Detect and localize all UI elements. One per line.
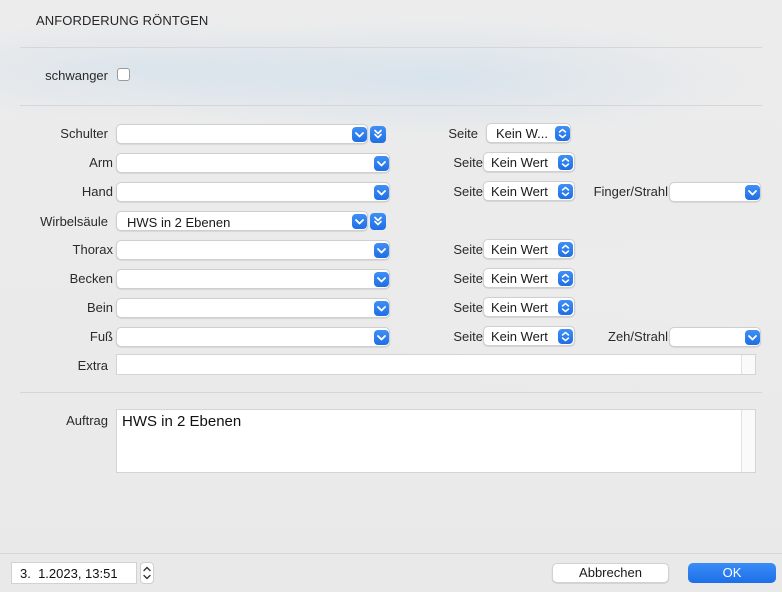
zeh-strahl-select[interactable] <box>669 327 761 347</box>
row-label-fuss: Fuß <box>89 329 113 344</box>
thorax-select[interactable] <box>116 240 390 260</box>
becken-select[interactable] <box>116 269 390 289</box>
dialog-title: ANFORDERUNG RÖNTGEN <box>36 13 209 28</box>
seite-label-becken: Seite <box>453 271 483 286</box>
up-down-chevron-icon <box>558 300 573 315</box>
cancel-button[interactable]: Abbrechen <box>552 563 669 583</box>
schulter-select[interactable] <box>116 124 368 144</box>
up-down-chevron-icon <box>558 184 573 199</box>
seite-select-bein[interactable]: Kein Wert <box>483 297 575 317</box>
divider-bottom <box>20 392 762 393</box>
wirbelsaeule-select[interactable]: HWS in 2 Ebenen <box>116 211 368 231</box>
seite-value-becken: Kein Wert <box>491 271 548 286</box>
chevron-down-icon <box>374 272 389 287</box>
fuss-select[interactable] <box>116 327 390 347</box>
row-label-arm: Arm <box>89 155 113 170</box>
chevron-down-icon <box>745 330 760 345</box>
seite-select-becken[interactable]: Kein Wert <box>483 268 575 288</box>
row-label-wirbelsaeule: Wirbelsäule <box>40 214 108 229</box>
up-down-chevron-icon <box>558 155 573 170</box>
chevron-down-icon <box>374 156 389 171</box>
datetime-stepper[interactable] <box>140 562 154 584</box>
seite-select-hand[interactable]: Kein Wert <box>483 181 575 201</box>
ok-button[interactable]: OK <box>688 563 776 583</box>
extra-label: Extra <box>77 358 108 373</box>
chevron-down-icon <box>374 301 389 316</box>
datetime-field[interactable]: 3. 1.2023, 13:51 <box>11 562 137 584</box>
seite-select-arm[interactable]: Kein Wert <box>483 152 575 172</box>
seite-label-fuss: Seite <box>453 329 483 344</box>
row-label-hand: Hand <box>81 184 113 199</box>
seite-value-arm: Kein Wert <box>491 155 548 170</box>
seite-label-hand: Seite <box>453 184 483 199</box>
divider-top <box>20 47 762 48</box>
up-down-chevron-icon <box>143 566 151 580</box>
seite-value-thorax: Kein Wert <box>491 242 548 257</box>
chevron-down-icon <box>745 185 760 200</box>
seite-label-schulter: Seite <box>448 126 478 141</box>
double-chevron-down-icon[interactable] <box>370 213 386 230</box>
bein-select[interactable] <box>116 298 390 318</box>
up-down-chevron-icon <box>558 242 573 257</box>
chevron-down-icon <box>352 214 367 229</box>
datetime-value: 3. 1.2023, 13:51 <box>20 566 118 581</box>
chevron-down-icon <box>374 243 389 258</box>
auftrag-textarea[interactable]: HWS in 2 Ebenen <box>116 409 756 473</box>
chevron-down-icon <box>374 185 389 200</box>
seite-value-hand: Kein Wert <box>491 184 548 199</box>
extra-input[interactable] <box>116 354 756 375</box>
chevron-down-icon <box>374 330 389 345</box>
seite-value-schulter: Kein W... <box>496 126 549 141</box>
finger-strahl-select[interactable] <box>669 182 761 202</box>
row-label-becken: Becken <box>69 271 113 286</box>
divider-middle <box>20 105 762 106</box>
extra-scrollbar[interactable] <box>741 355 755 374</box>
seite-select-schulter[interactable]: Kein W... <box>486 123 571 143</box>
up-down-chevron-icon <box>555 126 570 141</box>
footer-divider <box>0 553 782 554</box>
seite-value-bein: Kein Wert <box>491 300 548 315</box>
chevron-down-icon <box>352 127 367 142</box>
seite-label-thorax: Seite <box>453 242 483 257</box>
seite-value-fuss: Kein Wert <box>491 329 548 344</box>
seite-select-fuss[interactable]: Kein Wert <box>483 326 575 346</box>
arm-select[interactable] <box>116 153 390 173</box>
auftrag-label: Auftrag <box>66 413 108 428</box>
seite-label-bein: Seite <box>453 300 483 315</box>
pregnant-checkbox[interactable] <box>117 68 130 81</box>
zeh-strahl-label: Zeh/Strahl <box>608 329 668 344</box>
row-label-thorax: Thorax <box>72 242 113 257</box>
double-chevron-down-icon[interactable] <box>370 126 386 143</box>
seite-select-thorax[interactable]: Kein Wert <box>483 239 575 259</box>
seite-label-arm: Seite <box>453 155 483 170</box>
auftrag-value: HWS in 2 Ebenen <box>122 413 242 430</box>
up-down-chevron-icon <box>558 329 573 344</box>
pregnant-label: schwanger <box>45 68 108 83</box>
auftrag-scrollbar[interactable] <box>741 410 755 472</box>
row-label-bein: Bein <box>86 300 113 315</box>
finger-strahl-label: Finger/Strahl <box>593 184 668 199</box>
row-label-schulter: Schulter <box>60 126 108 141</box>
up-down-chevron-icon <box>558 271 573 286</box>
wirbelsaeule-value: HWS in 2 Ebenen <box>127 215 231 230</box>
hand-select[interactable] <box>116 182 390 202</box>
